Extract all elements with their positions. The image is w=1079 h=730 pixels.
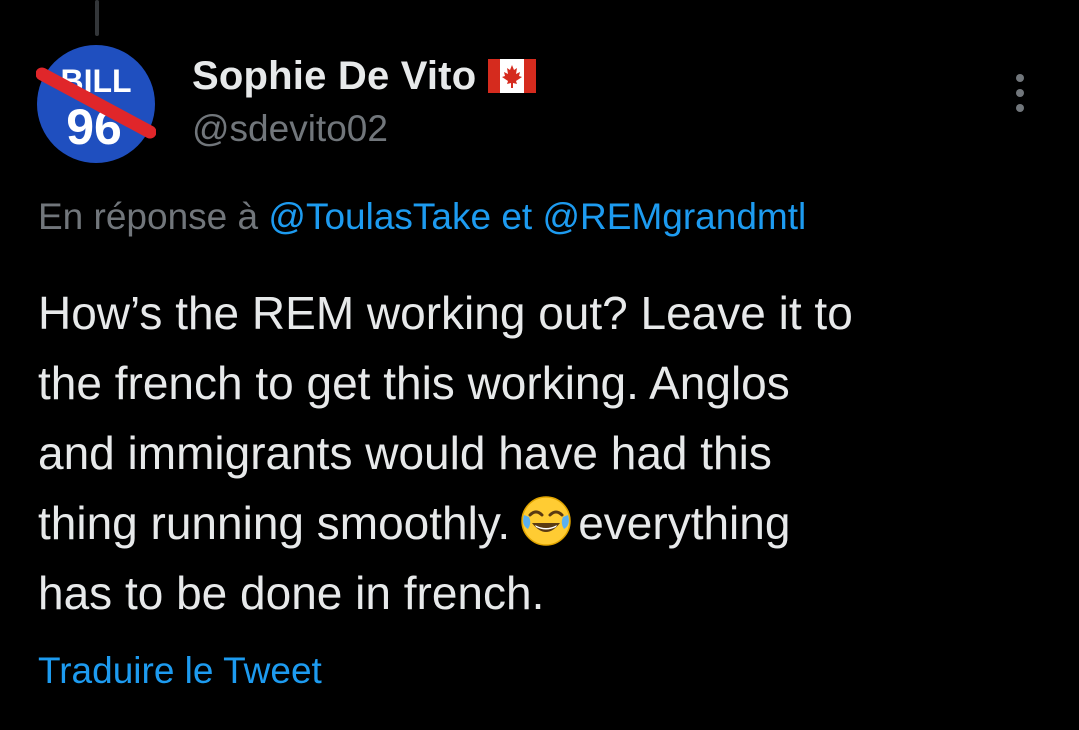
- thread-connector-line: [95, 0, 99, 36]
- tweet-line-segment: thing running smoothly.: [38, 497, 511, 549]
- more-options-button[interactable]: [1000, 66, 1040, 120]
- mention-link-remgrandmtl[interactable]: @REMgrandmtl: [542, 196, 806, 237]
- translate-tweet-link[interactable]: Traduire le Tweet: [38, 650, 322, 692]
- tweet-line: has to be done in french.: [38, 567, 545, 619]
- tweet-text: How’s the REM working out? Leave it to t…: [38, 278, 1048, 628]
- display-name-row: Sophie De Vito: [192, 52, 537, 100]
- canada-flag-icon: [488, 59, 537, 93]
- tweet-line: and immigrants would have had this: [38, 427, 772, 479]
- more-options-icon: [1016, 74, 1024, 82]
- bill-96-logo-icon: BILL 96: [35, 45, 157, 163]
- tweet-line: thing running smoothly. everything: [38, 488, 1048, 558]
- more-options-icon-dot: [1016, 89, 1024, 97]
- more-options-icon-dot: [1016, 104, 1024, 112]
- display-name[interactable]: Sophie De Vito: [192, 54, 476, 99]
- avatar[interactable]: BILL 96: [35, 44, 157, 164]
- mention-link-toulastake[interactable]: @ToulasTake: [268, 196, 491, 237]
- author-block: Sophie De Vito @sdevito02: [192, 52, 537, 150]
- tweet-line: the french to get this working. Anglos: [38, 357, 790, 409]
- reply-context: En réponse à @ToulasTake et @REMgrandmtl: [38, 196, 806, 238]
- tweet-line: How’s the REM working out? Leave it to: [38, 287, 853, 339]
- reply-prefix: En réponse à: [38, 196, 259, 237]
- reply-conjunction: et: [501, 196, 533, 237]
- user-handle[interactable]: @sdevito02: [192, 108, 536, 150]
- face-with-tears-of-joy-icon: [521, 496, 571, 546]
- tweet-line-segment: everything: [578, 497, 791, 549]
